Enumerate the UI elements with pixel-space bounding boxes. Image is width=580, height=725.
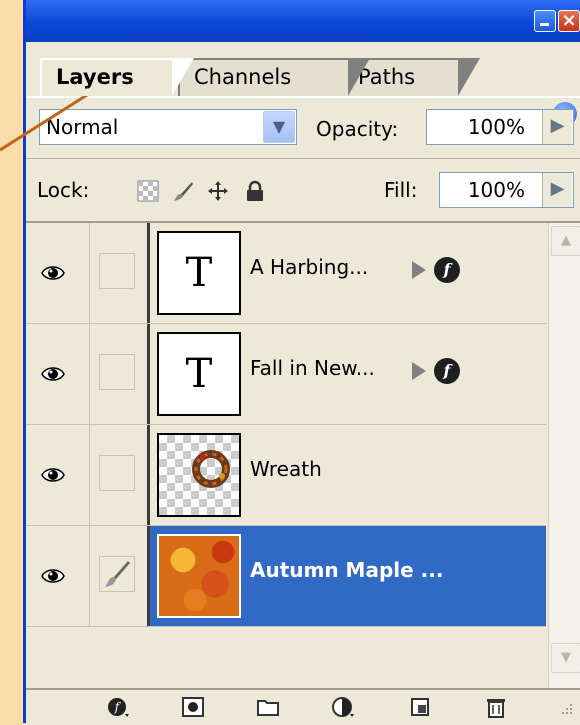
link-cell[interactable] xyxy=(90,223,150,323)
eye-icon[interactable] xyxy=(41,263,65,283)
text-layer-thumbnail: T xyxy=(157,231,241,315)
lock-move-icon[interactable] xyxy=(207,180,229,202)
maple-thumbnail xyxy=(157,534,241,618)
layer-style-icon[interactable]: f xyxy=(106,696,130,718)
chevron-down-icon[interactable]: ▼ xyxy=(263,111,295,143)
lock-all-icon[interactable] xyxy=(244,180,266,202)
link-cell[interactable] xyxy=(90,526,150,626)
tab-channels[interactable]: Channels xyxy=(178,58,370,96)
lock-paint-icon[interactable] xyxy=(172,180,194,202)
visibility-cell[interactable] xyxy=(26,425,90,525)
layer-effects-icon: f xyxy=(434,358,460,384)
layer-main[interactable]: T A Harbing... f xyxy=(150,223,546,323)
blend-mode-value: Normal xyxy=(46,115,119,139)
brush-icon xyxy=(105,561,130,587)
link-box[interactable] xyxy=(99,253,135,289)
layer-effects-icon: f xyxy=(434,257,460,283)
lock-label: Lock: xyxy=(37,178,90,202)
panel-tabs: Layers Channels Paths ▶ xyxy=(26,44,580,126)
fill-label: Fill: xyxy=(384,178,418,202)
layer-row[interactable]: T Fall in New... f xyxy=(26,324,546,425)
wreath-thumbnail xyxy=(157,433,241,517)
scroll-down-icon[interactable]: ▼ xyxy=(551,643,580,673)
opacity-label: Opacity: xyxy=(316,117,399,141)
layer-row[interactable]: T A Harbing... f xyxy=(26,223,546,324)
palette-titlebar[interactable]: × xyxy=(26,0,580,42)
visibility-cell[interactable] xyxy=(26,324,90,424)
link-cell[interactable] xyxy=(90,324,150,424)
opacity-field[interactable]: 100% ▶ xyxy=(426,109,574,145)
close-icon[interactable]: × xyxy=(558,10,580,32)
layer-name: Wreath xyxy=(250,457,322,481)
layers-scrollbar[interactable]: ▲ ▼ xyxy=(548,223,580,688)
layers-footer-toolbar: f xyxy=(26,688,580,725)
delete-layer-icon[interactable] xyxy=(484,696,508,718)
layer-main[interactable]: Autumn Maple ... xyxy=(150,526,546,626)
link-box[interactable] xyxy=(99,556,135,592)
opacity-value: 100% xyxy=(467,115,525,139)
visibility-cell[interactable] xyxy=(26,223,90,323)
layer-name: Autumn Maple ... xyxy=(250,558,444,582)
layers-list: T A Harbing... f T Fall in New... f Wrea… xyxy=(26,223,546,643)
adjustment-layer-icon[interactable] xyxy=(331,696,355,718)
wreath-icon xyxy=(192,450,230,488)
fill-slider-arrow-icon[interactable]: ▶ xyxy=(542,173,572,207)
link-box[interactable] xyxy=(99,354,135,390)
layer-main[interactable]: T Fall in New... f xyxy=(150,324,546,424)
fill-field[interactable]: 100% ▶ xyxy=(439,172,574,208)
link-cell[interactable] xyxy=(90,425,150,525)
layer-name: A Harbing... xyxy=(250,255,369,279)
layer-row[interactable]: Wreath xyxy=(26,425,546,526)
layer-mask-icon[interactable] xyxy=(181,696,205,718)
lock-transparency-icon[interactable] xyxy=(137,180,159,202)
minimize-icon[interactable] xyxy=(534,10,556,32)
scroll-up-icon[interactable]: ▲ xyxy=(551,226,580,256)
new-layer-icon[interactable] xyxy=(409,696,433,718)
layer-name: Fall in New... xyxy=(250,356,375,380)
eye-icon[interactable] xyxy=(41,465,65,485)
expand-effects-icon[interactable] xyxy=(412,261,426,279)
new-group-icon[interactable] xyxy=(256,696,280,718)
opacity-slider-arrow-icon[interactable]: ▶ xyxy=(542,110,572,144)
visibility-cell[interactable] xyxy=(26,526,90,626)
expand-effects-icon[interactable] xyxy=(412,362,426,380)
blend-mode-select[interactable]: Normal ▼ xyxy=(39,109,297,145)
eye-icon[interactable] xyxy=(41,566,65,586)
layer-main[interactable]: Wreath xyxy=(150,425,546,525)
text-layer-thumbnail: T xyxy=(157,332,241,416)
layers-panel: × Layers Channels Paths ▶ Normal ▼ Opaci… xyxy=(23,0,580,725)
eye-icon[interactable] xyxy=(41,364,65,384)
blend-opacity-row: Normal ▼ Opacity: 100% ▶ xyxy=(26,100,580,159)
link-box[interactable] xyxy=(99,455,135,491)
lock-fill-row: Lock: Fill: 100% ▶ xyxy=(26,159,580,223)
tab-layers[interactable]: Layers xyxy=(40,58,194,96)
layer-row-selected[interactable]: Autumn Maple ... xyxy=(26,526,546,627)
fill-value: 100% xyxy=(467,178,525,202)
resize-grip-icon[interactable] xyxy=(554,700,574,720)
